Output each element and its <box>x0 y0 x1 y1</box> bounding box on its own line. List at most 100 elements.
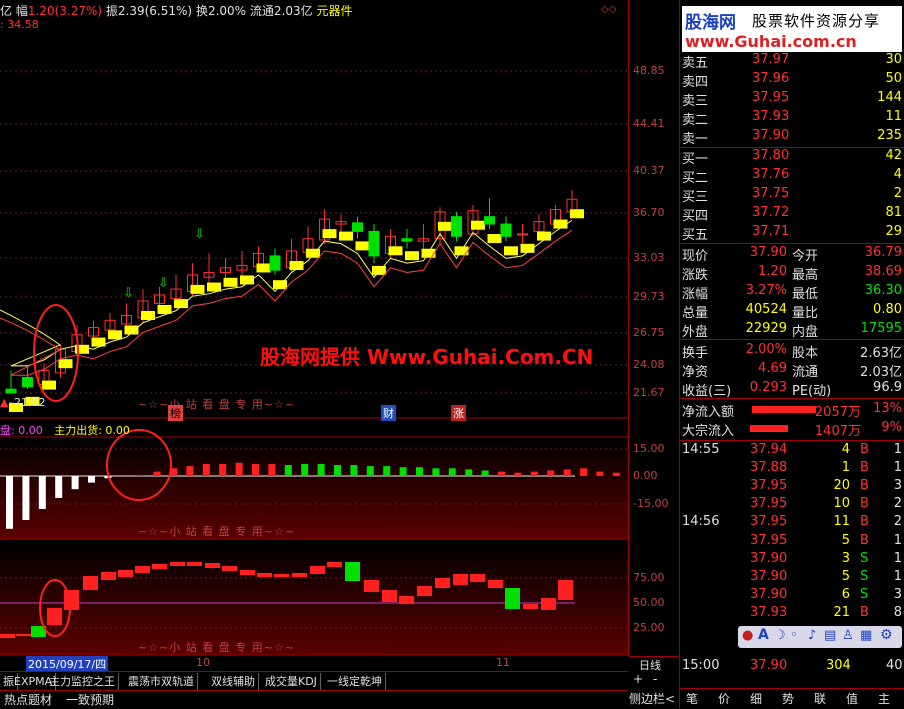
mid-bar <box>153 471 161 476</box>
consensus-tab[interactable]: 一致预期 <box>66 691 114 709</box>
panel-tab[interactable]: 联 <box>814 690 826 707</box>
band-block <box>570 209 584 219</box>
logo-icon[interactable]: ● <box>742 628 753 643</box>
mid-bar <box>22 476 30 520</box>
stat-row: 外盘 22929 内盘 17595 <box>680 321 904 340</box>
mid-label-1: 盘: 0.00 <box>0 424 43 437</box>
diamond-icon[interactable]: ◇◇ <box>601 4 616 15</box>
bid-volume: 42 <box>885 148 902 163</box>
panel-tab[interactable]: 主 <box>878 690 890 707</box>
signal-block <box>558 580 573 600</box>
badge-cai[interactable]: 财 <box>381 405 396 421</box>
price-tick: 24.08 <box>633 358 665 371</box>
flow-bar <box>750 425 788 432</box>
stat-label: 收益(三) <box>682 384 732 399</box>
panel-tab-bar: 笔价细势联值主 <box>680 688 904 709</box>
indicator-tab[interactable]: 双线辅助 <box>208 673 259 690</box>
tick-price: 37.95 <box>750 478 788 494</box>
tick-count: 1 <box>893 568 902 584</box>
band-block <box>42 380 56 390</box>
ask-row: 卖五 37.97 30 <box>680 52 904 71</box>
stat-value: 36.30 <box>864 283 902 298</box>
stat-row: 收益(三) 0.293 PE(动) 96.9 <box>680 380 904 399</box>
mid-bar <box>202 463 210 476</box>
badge-zhang[interactable]: 涨 <box>451 405 466 421</box>
sidebar-toggle[interactable]: 侧边栏< <box>629 690 675 707</box>
ad-watermark: 股海网提供 Www.Guhai.Com.CN <box>260 345 594 369</box>
signal-block <box>170 562 185 566</box>
mid-bar <box>317 463 325 476</box>
band-block <box>339 231 353 241</box>
gear-icon[interactable]: ⚙ <box>880 627 893 643</box>
signal-block <box>417 586 432 596</box>
badge-bang[interactable]: 榜 <box>168 405 183 421</box>
tick-volume: 1 <box>841 460 850 476</box>
mic-icon[interactable]: ♪ <box>808 628 816 643</box>
stat-value: 36.79 <box>864 245 902 260</box>
mid-bar <box>514 472 522 476</box>
chat-icon[interactable]: ◦ <box>790 628 798 643</box>
mid-tick: 15.00 <box>633 442 665 455</box>
ask-label: 卖三 <box>682 94 709 109</box>
tick-time: 14:56 <box>682 514 720 530</box>
mid-bar <box>580 468 587 476</box>
candle-body <box>5 388 17 394</box>
stat-label: 今开 <box>792 249 819 264</box>
keyboard-icon[interactable]: ▤ <box>824 628 836 643</box>
flow-label: 净流入额 <box>682 405 735 420</box>
panel-tab[interactable]: 价 <box>718 690 730 707</box>
band-block <box>273 280 287 290</box>
price-tick: 29.73 <box>633 290 665 303</box>
band-block <box>438 221 452 231</box>
tick-count: 2 <box>893 496 902 512</box>
zoom-out-button[interactable]: - <box>653 672 657 686</box>
stat-label: 股本 <box>792 346 819 361</box>
font-icon[interactable]: A <box>758 627 769 643</box>
ask-label: 卖二 <box>682 113 709 128</box>
tick-price: 37.90 <box>750 568 788 584</box>
period-label[interactable]: 日线 <box>639 657 661 673</box>
candle-body <box>269 255 281 271</box>
tick-side: B <box>860 478 869 494</box>
logo-sub: 股票软件资源分享 <box>752 12 881 30</box>
signal-block <box>435 578 450 588</box>
moon-icon[interactable]: ☽ <box>774 628 786 643</box>
stat-label: 最高 <box>792 268 819 283</box>
zoom-in-button[interactable]: + <box>633 672 643 686</box>
tick-row: 37.93 21 B 8 <box>680 605 904 623</box>
signal-block <box>135 566 150 573</box>
sector-name[interactable]: 元器件 <box>316 4 352 18</box>
indicator-tab[interactable]: 震荡市双轨道 <box>125 673 198 690</box>
panel-tab[interactable]: 细 <box>750 690 762 707</box>
indicator-tab[interactable]: 成交量KDJ <box>262 673 321 690</box>
indicator-tab[interactable]: 主力监控之王 <box>46 673 119 690</box>
tick-side: S <box>860 586 869 602</box>
tick-side: B <box>860 460 869 476</box>
stat-value: 4.69 <box>758 361 787 376</box>
tick-volume: 20 <box>833 478 850 494</box>
hot-topics-tab[interactable]: 热点题材 <box>4 691 52 709</box>
low-tick: 50.00 <box>633 596 665 609</box>
stat-row: 总量 40524 量比 0.80 <box>680 302 904 321</box>
month-10-label: 10 <box>196 656 210 669</box>
mid-tick: 0.00 <box>633 469 658 482</box>
price-tick: 33.03 <box>633 251 665 264</box>
band-block <box>190 284 205 294</box>
indicator-tab[interactable]: 一线定乾坤 <box>324 673 386 690</box>
ask-row: 卖四 37.96 50 <box>680 71 904 90</box>
tick-count: 1 <box>893 532 902 548</box>
tick-row: 14:55 37.94 4 B 1 <box>680 442 904 460</box>
chart-area[interactable]: ⇩ ⇩ ⇩ 亿 幅1.20(3.27%) 振2.39(6.51%) 换2.00% 流… <box>0 0 628 708</box>
grid-icon[interactable]: ▦ <box>860 628 872 643</box>
ask-price: 37.97 <box>752 52 790 67</box>
stat-row: 净资 4.69 流通 2.03亿 <box>680 361 904 380</box>
panel-tab[interactable]: 值 <box>846 690 858 707</box>
shirt-icon[interactable]: ♙ <box>842 628 854 643</box>
band-block <box>58 359 73 369</box>
band-block <box>223 277 238 287</box>
zoom-buttons: + - <box>629 672 679 689</box>
logo-banner: 股海网 股票软件资源分享 www.Guhai.com.cn <box>682 6 902 52</box>
panel-tab[interactable]: 笔 <box>686 690 698 707</box>
band-block <box>108 330 122 340</box>
panel-tab[interactable]: 势 <box>782 690 794 707</box>
